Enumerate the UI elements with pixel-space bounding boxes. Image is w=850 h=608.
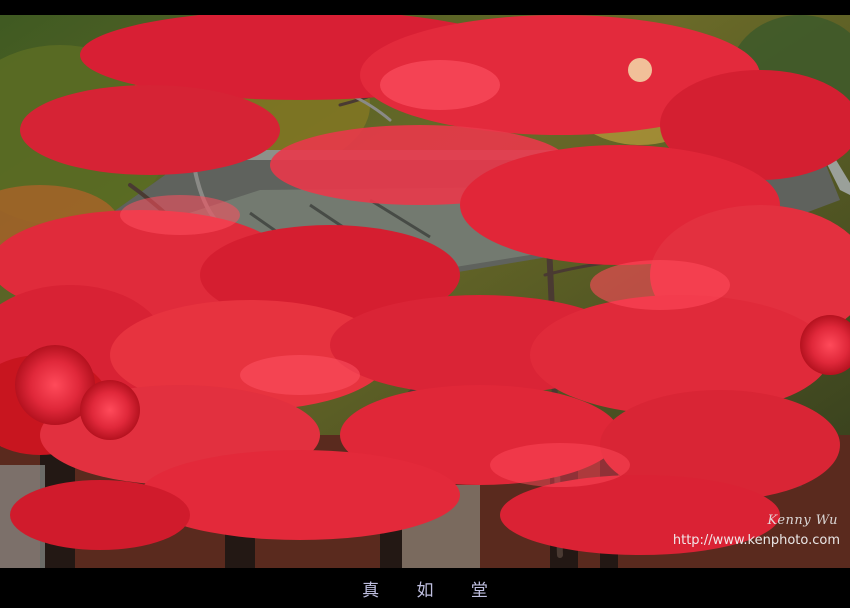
photographer-signature: Kenny Wu <box>767 513 838 528</box>
frame-top-border <box>0 0 850 15</box>
photo <box>0 15 850 568</box>
caption-bar: 真 如 堂 <box>0 568 850 608</box>
maple-tree-scene <box>0 15 850 568</box>
photo-caption: 真 如 堂 <box>362 580 504 601</box>
watermark-url: http://www.kenphoto.com <box>672 533 840 548</box>
maple-canopy <box>0 15 850 555</box>
